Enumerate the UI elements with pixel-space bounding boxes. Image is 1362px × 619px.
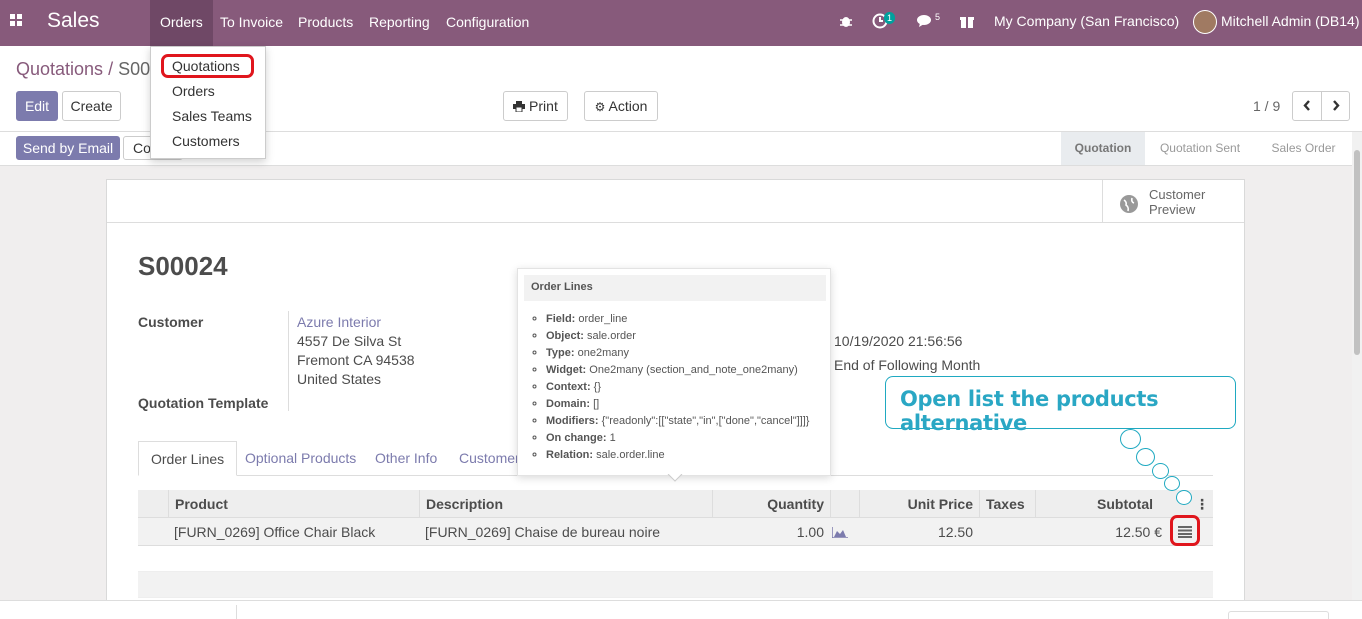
row-unit-price[interactable]: 12.50 bbox=[859, 518, 979, 546]
stage-quotation-sent[interactable]: Quotation Sent bbox=[1145, 132, 1255, 165]
menu-reporting[interactable]: Reporting bbox=[369, 14, 430, 30]
record-name: S00024 bbox=[138, 251, 228, 281]
app-brand[interactable]: Sales bbox=[47, 9, 100, 33]
stage-quotation[interactable]: Quotation bbox=[1061, 132, 1145, 165]
print-icon bbox=[513, 101, 526, 113]
tooltip-title: Order Lines bbox=[524, 275, 826, 301]
column-forecast bbox=[830, 490, 859, 518]
column-quantity[interactable]: Quantity bbox=[712, 490, 830, 518]
bug-icon[interactable] bbox=[839, 14, 853, 28]
column-taxes[interactable]: Taxes bbox=[979, 490, 1035, 518]
callout-bubble bbox=[1176, 490, 1192, 505]
table-row[interactable]: [FURN_0269] Office Chair Black [FURN_026… bbox=[138, 518, 1213, 546]
tooltip-relation: Relation: sale.order.line bbox=[546, 447, 809, 464]
action-label: Action bbox=[608, 98, 648, 114]
bottom-button[interactable] bbox=[1228, 611, 1329, 619]
tooltip-object: Object: sale.order bbox=[546, 328, 809, 345]
menu-orders[interactable]: Orders bbox=[150, 0, 213, 46]
button-box bbox=[107, 180, 1244, 223]
column-description[interactable]: Description bbox=[419, 490, 712, 518]
gear-icon: ⚙ bbox=[594, 100, 606, 114]
field-tooltip: Order Lines Field: order_line Object: sa… bbox=[517, 268, 831, 476]
gift-icon[interactable] bbox=[960, 14, 974, 28]
quotation-date-field[interactable]: 10/19/2020 21:56:56 bbox=[834, 333, 962, 349]
column-product[interactable]: Product bbox=[168, 490, 419, 518]
customer-label: Customer bbox=[138, 314, 204, 330]
tooltip-type: Type: one2many bbox=[546, 345, 809, 362]
send-by-email-button[interactable]: Send by Email bbox=[16, 136, 120, 160]
callout-bubble bbox=[1164, 476, 1180, 491]
row-subtotal: 12.50 € bbox=[1115, 524, 1162, 540]
user-avatar[interactable] bbox=[1193, 10, 1217, 34]
tooltip-context: Context: {} bbox=[546, 379, 809, 396]
payment-terms-field[interactable]: End of Following Month bbox=[834, 357, 980, 373]
menu-item-customers[interactable]: Customers bbox=[172, 133, 240, 149]
tab-optional-products[interactable]: Optional Products bbox=[233, 441, 368, 476]
action-button[interactable]: ⚙ Action bbox=[584, 91, 658, 121]
forecast-chart-icon[interactable] bbox=[832, 527, 848, 538]
tooltip-field: Field: order_line bbox=[546, 311, 809, 328]
message-count-badge: 5 bbox=[935, 12, 941, 22]
callout-bubble bbox=[1136, 448, 1155, 466]
menu-item-sales-teams[interactable]: Sales Teams bbox=[172, 108, 252, 124]
customer-preview-button[interactable]: Customer Preview bbox=[1102, 180, 1244, 223]
tooltip-onchange: On change: 1 bbox=[546, 430, 809, 447]
row-product[interactable]: [FURN_0269] Office Chair Black bbox=[168, 518, 381, 546]
breadcrumb-current: S00 bbox=[118, 59, 151, 79]
field-divider bbox=[288, 311, 289, 411]
row-description[interactable]: [FURN_0269] Chaise de bureau noire bbox=[419, 518, 666, 546]
divider bbox=[236, 605, 237, 619]
pager-previous-button[interactable] bbox=[1292, 91, 1322, 121]
print-label: Print bbox=[529, 98, 558, 114]
tab-order-lines[interactable]: Order Lines bbox=[138, 441, 238, 476]
print-button[interactable]: Print bbox=[503, 91, 568, 121]
pager-next-button[interactable] bbox=[1321, 91, 1350, 121]
chat-icon[interactable] bbox=[917, 14, 934, 28]
company-switcher[interactable]: My Company (San Francisco) bbox=[994, 13, 1179, 29]
address-line-2: Fremont CA 94538 bbox=[297, 352, 415, 368]
scrollbar[interactable] bbox=[1352, 132, 1362, 600]
tooltip-modifiers: Modifiers: {"readonly":[["state","in",["… bbox=[546, 413, 809, 430]
pager-value[interactable]: 1 / 9 bbox=[1253, 98, 1280, 114]
callout-annotation: Open list the products alternative bbox=[885, 376, 1236, 435]
globe-icon bbox=[1120, 195, 1138, 213]
chevron-right-icon bbox=[1332, 100, 1340, 111]
menu-products[interactable]: Products bbox=[298, 14, 353, 30]
activity-count-badge: 1 bbox=[884, 12, 896, 24]
apps-menu-icon[interactable] bbox=[10, 14, 24, 28]
tooltip-list: Field: order_line Object: sale.order Typ… bbox=[546, 311, 809, 464]
tooltip-domain: Domain: [] bbox=[546, 396, 809, 413]
tab-other-info[interactable]: Other Info bbox=[363, 441, 449, 476]
menu-to-invoice[interactable]: To Invoice bbox=[220, 14, 283, 30]
stage-sales-order[interactable]: Sales Order bbox=[1255, 132, 1352, 165]
quotation-template-label: Quotation Template bbox=[138, 395, 269, 411]
customer-field[interactable]: Azure Interior bbox=[297, 314, 381, 330]
scrollbar-thumb[interactable] bbox=[1354, 150, 1360, 355]
breadcrumb: Quotations / S00 bbox=[16, 59, 150, 80]
order-lines-header: Product Description Quantity Unit Price … bbox=[138, 490, 1213, 518]
column-unit-price[interactable]: Unit Price bbox=[859, 490, 979, 518]
column-subtotal[interactable]: Subtotal bbox=[1035, 490, 1159, 518]
breadcrumb-separator: / bbox=[108, 59, 114, 79]
callout-bubble bbox=[1120, 429, 1141, 449]
menu-item-orders[interactable]: Orders bbox=[172, 83, 215, 99]
breadcrumb-quotations[interactable]: Quotations bbox=[16, 59, 103, 79]
chevron-left-icon bbox=[1303, 100, 1310, 111]
table-row bbox=[138, 546, 1213, 572]
menu-configuration[interactable]: Configuration bbox=[446, 14, 529, 30]
highlight-quotations bbox=[161, 54, 254, 78]
address-line-3: United States bbox=[297, 371, 382, 387]
customer-preview-label: Customer Preview bbox=[1149, 187, 1206, 217]
create-button[interactable]: Create bbox=[62, 91, 121, 121]
highlight-alternatives-icon bbox=[1170, 515, 1200, 546]
bottom-bar bbox=[0, 600, 1362, 619]
tooltip-arrow-icon bbox=[667, 474, 683, 482]
user-menu[interactable]: Mitchell Admin (DB14) bbox=[1221, 13, 1360, 29]
top-navbar: Sales Orders To Invoice Products Reporti… bbox=[0, 0, 1362, 46]
row-quantity[interactable]: 1.00 bbox=[712, 518, 830, 546]
table-row bbox=[138, 572, 1213, 598]
address-line-1: 4557 De Silva St bbox=[297, 333, 402, 349]
edit-button[interactable]: Edit bbox=[16, 91, 58, 121]
tooltip-widget: Widget: One2many (section_and_note_one2m… bbox=[546, 362, 809, 379]
